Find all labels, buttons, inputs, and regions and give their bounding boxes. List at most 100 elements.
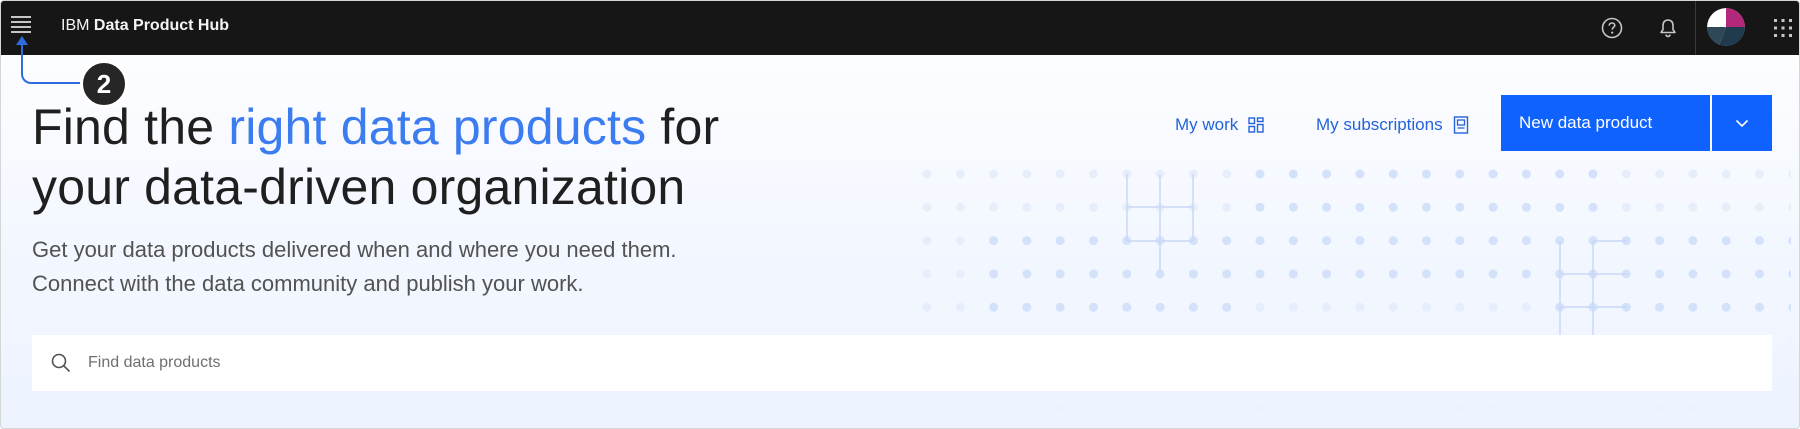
title-accent: right data products [228, 99, 647, 155]
decorative-dot [1089, 402, 1098, 412]
top-navigation-bar: IBM Data Product Hub [1, 1, 1799, 55]
decorative-dot [1688, 269, 1698, 279]
new-data-product-button[interactable]: New data product [1501, 95, 1710, 151]
decorative-dot [1055, 402, 1065, 412]
decorative-dot [1055, 269, 1065, 279]
subtitle-line-1: Get your data products delivered when an… [32, 237, 677, 262]
decorative-dot [989, 269, 999, 279]
decorative-dot [1521, 202, 1531, 212]
decorative-dot [1755, 202, 1764, 212]
decorative-dot [1022, 169, 1032, 179]
decorative-dot [989, 302, 999, 312]
decorative-dot [1621, 402, 1631, 412]
my-work-link[interactable]: My work [1175, 111, 1264, 139]
my-subscriptions-link[interactable]: My subscriptions [1316, 111, 1469, 139]
new-data-product-label: New data product [1519, 113, 1653, 132]
decorative-dot [1322, 169, 1332, 179]
decorative-dot [1755, 236, 1764, 246]
decorative-dot [1555, 402, 1565, 412]
decorative-dot [1222, 302, 1232, 312]
help-icon[interactable] [1597, 13, 1627, 43]
decorative-dot [1122, 402, 1132, 412]
decorative-dot [1322, 202, 1332, 212]
decorative-dot [1688, 202, 1698, 212]
decorative-dot [1355, 302, 1365, 312]
decorative-dot [1355, 169, 1365, 179]
decorative-dot [1288, 402, 1298, 412]
decorative-dot [1488, 269, 1498, 279]
decorative-dot [922, 202, 932, 212]
decorative-dot [1055, 202, 1065, 212]
decorative-dot [1388, 169, 1398, 179]
decorative-dot [1422, 202, 1431, 212]
decorative-dot [1022, 202, 1032, 212]
decorative-dot [1255, 302, 1265, 312]
decorative-dot [1155, 402, 1165, 412]
decorative-dot [1721, 402, 1731, 412]
chevron-down-icon [1735, 119, 1749, 128]
decorative-dot [922, 402, 932, 412]
decorative-dot [1122, 269, 1132, 279]
decorative-dot [1588, 202, 1598, 212]
decorative-dot [1655, 302, 1665, 312]
dashboard-icon [1248, 117, 1264, 133]
decorative-dot [1322, 236, 1332, 246]
decorative-dot [1521, 169, 1531, 179]
decorative-dot [1322, 302, 1332, 312]
decorative-dot [1422, 402, 1431, 412]
decorative-dot [1188, 302, 1198, 312]
product-name[interactable]: IBM Data Product Hub [61, 17, 229, 35]
new-data-product-dropdown-button[interactable] [1712, 95, 1772, 151]
decorative-dot [1188, 269, 1198, 279]
decorative-dot [1388, 402, 1398, 412]
decorative-dot [1355, 402, 1365, 412]
search-bar[interactable] [32, 335, 1772, 391]
decorative-dot [1222, 202, 1232, 212]
decorative-dot [1055, 302, 1065, 312]
decorative-dot [1688, 402, 1698, 412]
decorative-dot [1422, 236, 1431, 246]
decorative-dot [1755, 302, 1764, 312]
decorative-dot [1788, 402, 1791, 412]
decorative-dot [1055, 236, 1065, 246]
decorative-dot [955, 236, 965, 246]
decorative-dot [1089, 202, 1098, 212]
decorative-dot [1588, 169, 1598, 179]
decorative-dot [1288, 169, 1298, 179]
decorative-dot [1688, 169, 1698, 179]
decorative-dot [1222, 402, 1232, 412]
decorative-dot [1255, 169, 1265, 179]
decorative-dot [1388, 236, 1398, 246]
decorative-dot [1755, 402, 1764, 412]
title-part-2: for [646, 99, 720, 155]
decorative-dot [1655, 202, 1665, 212]
decorative-dot [1222, 169, 1232, 179]
decorative-dot [1089, 302, 1098, 312]
decorative-dot [1488, 202, 1498, 212]
avatar[interactable] [1707, 8, 1745, 46]
decorative-dot [989, 169, 999, 179]
header-divider [1695, 1, 1696, 55]
decorative-dot [955, 269, 965, 279]
decorative-dot [1022, 402, 1032, 412]
decorative-dot [955, 302, 965, 312]
decorative-dot [1055, 169, 1065, 179]
search-input[interactable] [88, 335, 1748, 391]
decorative-dot [1388, 202, 1398, 212]
decorative-dot [1521, 402, 1531, 412]
decorative-dot [1388, 269, 1398, 279]
decorative-dot [1255, 402, 1265, 412]
decorative-dot [1721, 269, 1731, 279]
notification-icon[interactable] [1653, 13, 1683, 43]
decorative-dot [1388, 302, 1398, 312]
decorative-dot [1022, 236, 1032, 246]
decorative-dot [989, 202, 999, 212]
app-switcher-icon[interactable] [1768, 13, 1798, 43]
decorative-dot [1521, 236, 1531, 246]
decorative-dot [1288, 302, 1298, 312]
menu-icon[interactable] [11, 16, 33, 38]
decorative-dot [1755, 169, 1764, 179]
decorative-dot [1355, 269, 1365, 279]
decorative-dot [1022, 302, 1032, 312]
search-icon [51, 353, 71, 373]
